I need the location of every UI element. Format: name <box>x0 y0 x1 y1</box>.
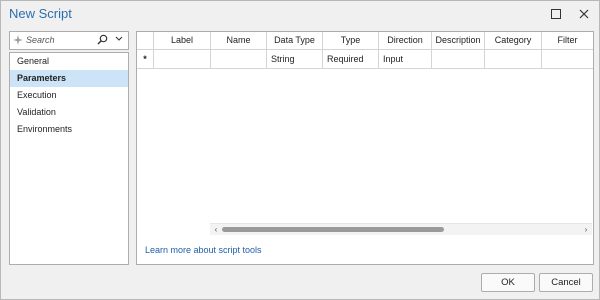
chevron-down-icon[interactable] <box>115 36 123 42</box>
sidebar-item-label: Execution <box>17 90 57 100</box>
sidebar-item-parameters[interactable]: Parameters <box>10 70 128 87</box>
scrollbar-thumb[interactable] <box>222 227 444 232</box>
learn-more-link[interactable]: Learn more about script tools <box>145 245 262 255</box>
cell-description[interactable] <box>432 50 485 68</box>
sidebar-item-label: General <box>17 56 50 66</box>
column-header-filter[interactable]: Filter <box>542 32 593 49</box>
close-icon <box>579 9 589 19</box>
cell-data-type[interactable]: String <box>267 50 323 68</box>
parameters-panel: Label Name Data Type Type Direction Desc… <box>136 31 594 265</box>
column-header-description[interactable]: Description <box>432 32 485 49</box>
cell-category[interactable] <box>485 50 542 68</box>
dialog-title: New Script <box>9 6 72 21</box>
sparkle-icon <box>13 35 23 45</box>
cancel-button[interactable]: Cancel <box>539 273 593 292</box>
sidebar-nav: General Parameters Execution Validation … <box>9 52 129 265</box>
cell-label[interactable] <box>154 50 211 68</box>
sidebar-item-execution[interactable]: Execution <box>10 87 128 104</box>
cell-type[interactable]: Required <box>323 50 379 68</box>
column-header-name[interactable]: Name <box>211 32 267 49</box>
scroll-left-icon[interactable]: ‹ <box>211 225 221 234</box>
search-input[interactable]: Search <box>9 31 129 50</box>
column-header-direction[interactable]: Direction <box>379 32 432 49</box>
sidebar-item-general[interactable]: General <box>10 53 128 70</box>
cell-filter[interactable] <box>542 50 593 68</box>
parameters-grid-header: Label Name Data Type Type Direction Desc… <box>137 32 593 50</box>
column-header-category[interactable]: Category <box>485 32 542 49</box>
maximize-icon <box>551 9 561 19</box>
new-script-dialog: New Script Search General Parameters Exe… <box>0 0 600 300</box>
sidebar-item-environments[interactable]: Environments <box>10 121 128 138</box>
scroll-right-icon[interactable]: › <box>581 225 591 234</box>
sidebar: Search General Parameters Execution Vali… <box>9 31 129 265</box>
horizontal-scrollbar[interactable]: ‹ › <box>210 223 592 235</box>
cell-direction[interactable]: Input <box>379 50 432 68</box>
sidebar-item-label: Environments <box>17 124 73 134</box>
cell-name[interactable] <box>211 50 267 68</box>
search-placeholder: Search <box>26 35 55 45</box>
column-header-label[interactable]: Label <box>154 32 211 49</box>
search-icon[interactable] <box>97 34 108 45</box>
sidebar-item-validation[interactable]: Validation <box>10 104 128 121</box>
sidebar-item-label: Parameters <box>17 73 67 83</box>
maximize-button[interactable] <box>547 5 565 23</box>
title-bar: New Script <box>1 1 599 27</box>
ok-button[interactable]: OK <box>481 273 535 292</box>
table-row[interactable]: * String Required Input <box>137 50 593 69</box>
close-button[interactable] <box>575 5 593 23</box>
sidebar-item-label: Validation <box>17 107 56 117</box>
new-row-marker: * <box>137 50 154 68</box>
column-header-type[interactable]: Type <box>323 32 379 49</box>
column-header-data-type[interactable]: Data Type <box>267 32 323 49</box>
column-header-marker <box>137 32 154 49</box>
